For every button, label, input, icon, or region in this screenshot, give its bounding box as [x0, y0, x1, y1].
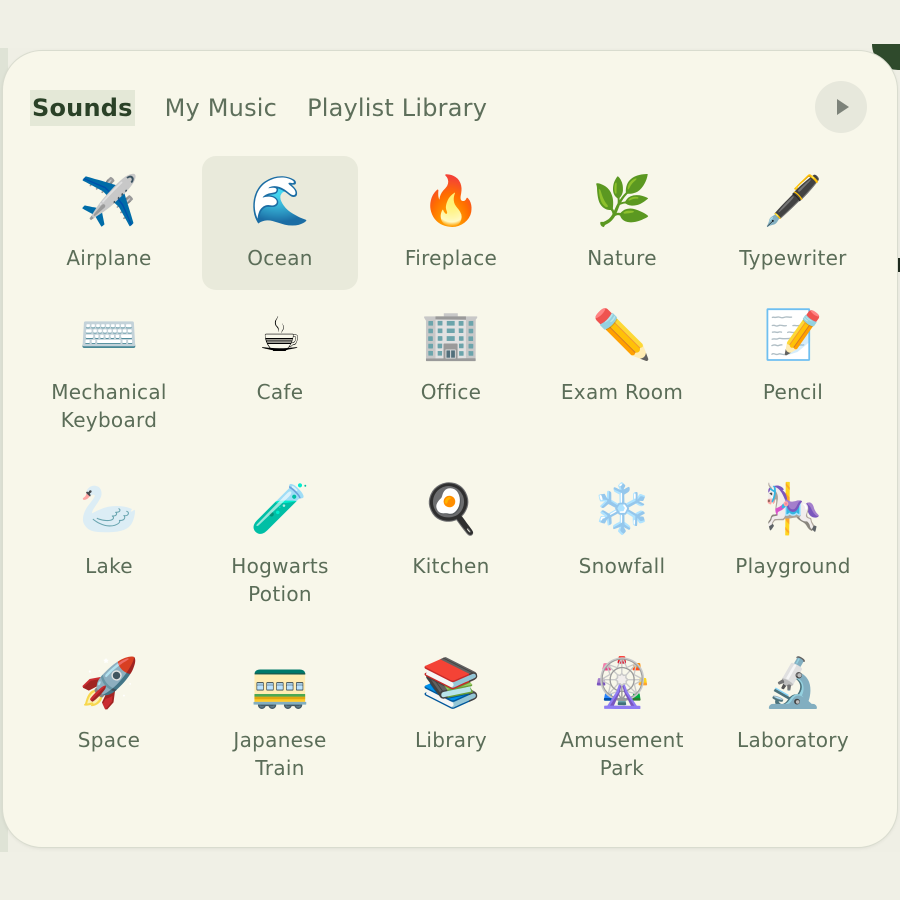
window-bottom-bar — [0, 852, 900, 900]
sound-tile-fireplace[interactable]: 🔥 Fireplace — [366, 156, 536, 290]
sound-tile-label: Ocean — [247, 246, 313, 270]
sound-tile-typewriter[interactable]: 🖋️ Typewriter — [708, 156, 878, 290]
sound-tile-label: Snowfall — [578, 554, 666, 578]
sound-tile-label: Lake — [85, 554, 133, 578]
microscope-icon: 🔬 — [763, 655, 823, 711]
sound-tile-label: Library — [414, 728, 488, 752]
sound-tile-amusement-park[interactable]: 🎡 Amusement Park — [537, 638, 707, 812]
sound-tile-library[interactable]: 📚 Library — [366, 638, 536, 812]
sound-tile-space[interactable]: 🚀 Space — [24, 638, 194, 812]
carousel-horse-icon: 🎠 — [763, 481, 823, 537]
sound-tile-hogwarts-potion[interactable]: 🧪 Hogwarts Potion — [195, 464, 365, 638]
sound-tile-snowfall[interactable]: ❄️ Snowfall — [537, 464, 707, 638]
sound-tile-nature[interactable]: 🌿 Nature — [537, 156, 707, 290]
tab-bar: Sounds My Music Playlist Library — [30, 88, 517, 128]
sound-tile-label: Hogwarts Potion — [231, 554, 329, 606]
sound-tile-playground[interactable]: 🎠 Playground — [708, 464, 878, 638]
sound-tile-label: Nature — [587, 246, 657, 270]
tab-sounds[interactable]: Sounds — [30, 90, 135, 126]
test-tube-icon: 🧪 — [250, 481, 310, 537]
sound-tile-japanese-train[interactable]: 🚃 Japanese Train — [195, 638, 365, 812]
sound-grid: ✈️ Airplane 🌊 Ocean 🔥 Fireplace 🌿 Nature 🖋️ Typew… — [24, 156, 879, 812]
sound-tile-label: Pencil — [762, 380, 824, 404]
memo-icon: 📝 — [763, 307, 823, 363]
sound-tile-label: Laboratory — [737, 728, 849, 752]
office-building-icon: 🏢 — [421, 307, 481, 363]
fire-icon: 🔥 — [421, 173, 481, 229]
sound-tile-label: Cafe — [256, 380, 304, 404]
pencil-icon: ✏️ — [592, 307, 652, 363]
sound-tile-label: Fireplace — [404, 246, 498, 270]
fountain-pen-icon: 🖋️ — [763, 173, 823, 229]
train-icon: 🚃 — [250, 655, 310, 711]
keyboard-icon: ⌨️ — [79, 307, 139, 363]
coffee-icon: ☕ — [258, 307, 302, 363]
play-icon — [836, 99, 849, 115]
sound-tile-lake[interactable]: 🦢 Lake — [24, 464, 194, 638]
ferris-wheel-icon: 🎡 — [592, 655, 652, 711]
swan-icon: 🦢 — [79, 481, 139, 537]
books-icon: 📚 — [421, 655, 481, 711]
sound-tile-label: Space — [77, 728, 141, 752]
sound-tile-label: Amusement Park — [560, 728, 684, 780]
airplane-icon: ✈️ — [79, 173, 139, 229]
tab-playlist-library[interactable]: Playlist Library — [307, 90, 487, 126]
sound-tile-label: Airplane — [66, 246, 152, 270]
window-top-bar — [0, 0, 900, 48]
snowflake-icon: ❄️ — [592, 481, 652, 537]
sound-tile-office[interactable]: 🏢 Office — [366, 290, 536, 464]
sound-tile-label: Office — [420, 380, 482, 404]
sound-tile-label: Playground — [735, 554, 851, 578]
sound-tile-label: Typewriter — [739, 246, 847, 270]
sound-tile-exam-room[interactable]: ✏️ Exam Room — [537, 290, 707, 464]
sound-tile-pencil[interactable]: 📝 Pencil — [708, 290, 878, 464]
sound-tile-laboratory[interactable]: 🔬 Laboratory — [708, 638, 878, 812]
play-button[interactable] — [815, 81, 867, 133]
sound-tile-label: Japanese Train — [233, 728, 327, 780]
sound-tile-label: Exam Room — [560, 380, 684, 404]
sound-tile-label: Mechanical Keyboard — [51, 380, 167, 432]
sound-tile-mechanical-keyboard[interactable]: ⌨️ Mechanical Keyboard — [24, 290, 194, 464]
tab-my-music[interactable]: My Music — [165, 90, 277, 126]
sound-tile-cafe[interactable]: ☕ Cafe — [195, 290, 365, 464]
sound-tile-ocean[interactable]: 🌊 Ocean — [202, 156, 358, 290]
rocket-icon: 🚀 — [79, 655, 139, 711]
sound-tile-kitchen[interactable]: 🍳 Kitchen — [366, 464, 536, 638]
sound-tile-airplane[interactable]: ✈️ Airplane — [24, 156, 194, 290]
sound-tile-label: Kitchen — [412, 554, 490, 578]
herb-icon: 🌿 — [592, 173, 652, 229]
wave-icon: 🌊 — [250, 173, 310, 229]
frying-pan-icon: 🍳 — [421, 481, 481, 537]
